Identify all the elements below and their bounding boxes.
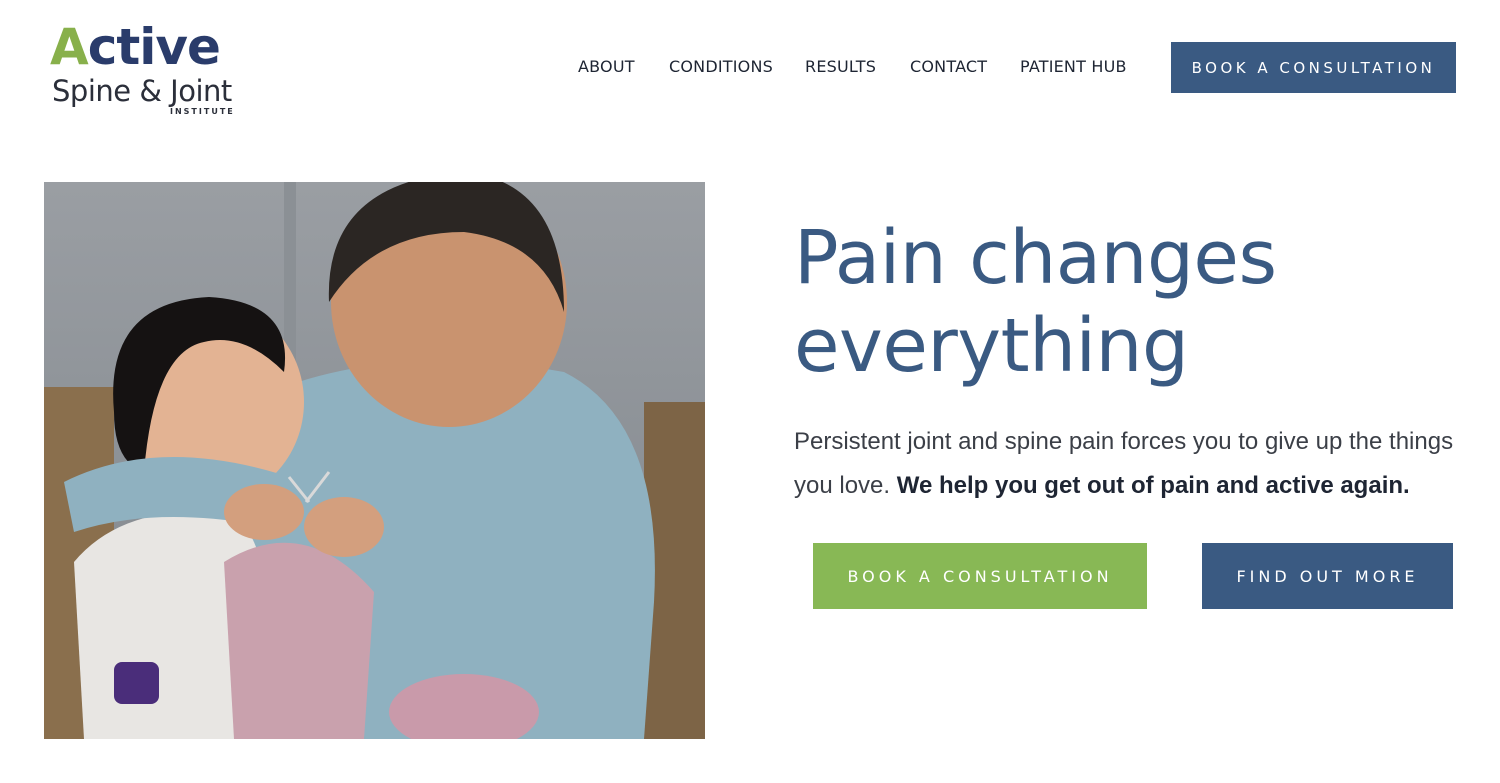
logo-word: ctive (87, 18, 221, 76)
nav-link-patient-hub[interactable]: PATIENT HUB (1020, 57, 1127, 76)
hero-photo (44, 182, 705, 739)
site-logo[interactable]: Active Spine & Joint INSTITUTE (50, 14, 240, 118)
photo-grandmother-child-knitting-icon (44, 182, 705, 739)
logo-tagline: INSTITUTE (170, 107, 235, 116)
hero-headline: Pain changes everything (794, 214, 1277, 390)
header-book-consultation-button[interactable]: BOOK A CONSULTATION (1171, 42, 1456, 93)
nav-link-about[interactable]: ABOUT (578, 57, 635, 76)
nav-link-results[interactable]: RESULTS (805, 57, 876, 76)
nav-link-contact[interactable]: CONTACT (910, 57, 987, 76)
hero-description-emphasis: We help you get out of pain and active a… (896, 472, 1410, 499)
logo-subtitle: Spine & Joint (52, 74, 232, 108)
logo-wordmark: Active (50, 18, 221, 76)
hero-find-out-more-button[interactable]: FIND OUT MORE (1202, 543, 1453, 609)
hero-book-consultation-button[interactable]: BOOK A CONSULTATION (813, 543, 1147, 609)
hero-description: Persistent joint and spine pain forces y… (794, 420, 1454, 508)
hero-headline-line2: everything (794, 303, 1189, 389)
logo-initial: A (50, 18, 89, 76)
hero-headline-line1: Pain changes (794, 215, 1277, 301)
nav-link-conditions[interactable]: CONDITIONS (669, 57, 773, 76)
